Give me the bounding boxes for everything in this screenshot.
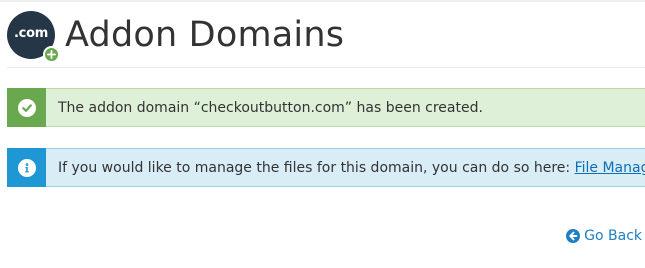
page-header: .com Addon Domains — [7, 8, 345, 63]
info-alert-message: If you would like to manage the files fo… — [58, 160, 645, 176]
page: .com Addon Domains The addon domain “che… — [0, 0, 645, 268]
top-shade — [0, 0, 645, 2]
success-alert: The addon domain “checkoutbutton.com” ha… — [7, 88, 645, 127]
addon-domains-logo: .com — [7, 11, 60, 63]
file-manager-link[interactable]: File Manager — [575, 160, 645, 176]
success-alert-message: The addon domain “checkoutbutton.com” ha… — [58, 99, 483, 116]
plus-icon — [43, 46, 60, 63]
success-alert-icon-box — [7, 88, 46, 127]
info-alert-message-text: If you would like to manage the files fo… — [58, 159, 575, 176]
info-alert-icon-box — [7, 148, 46, 187]
header-divider — [7, 67, 645, 68]
arrow-circle-left-icon — [566, 229, 581, 243]
logo-text: .com — [14, 26, 48, 41]
go-back-label: Go Back — [584, 228, 642, 244]
check-circle-icon — [17, 98, 36, 117]
info-circle-icon — [17, 158, 36, 177]
info-alert: If you would like to manage the files fo… — [7, 148, 645, 187]
go-back-link[interactable]: Go Back — [566, 228, 642, 244]
page-title: Addon Domains — [65, 14, 345, 55]
